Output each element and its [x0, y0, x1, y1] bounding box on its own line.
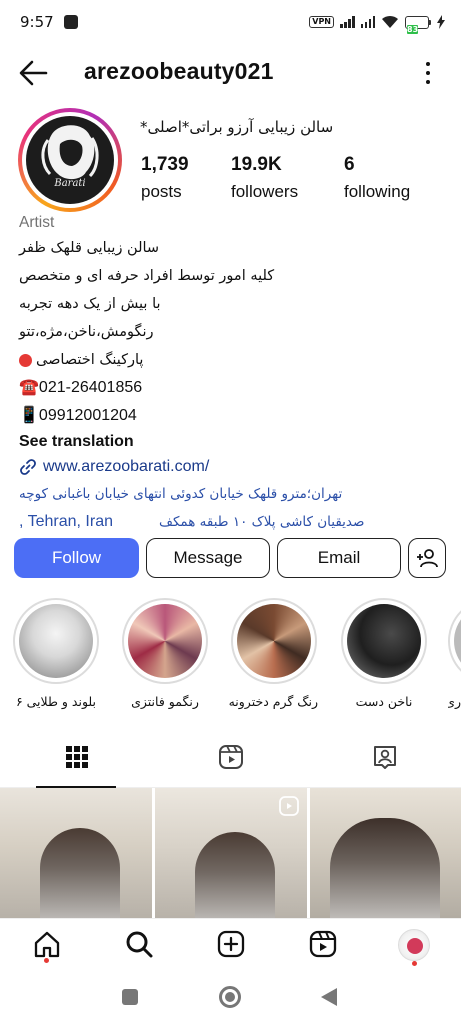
post-thumbnail[interactable] [310, 788, 461, 918]
signal-icon [340, 16, 355, 28]
tagged-icon [373, 746, 396, 769]
stat-following[interactable]: 6 following [344, 154, 410, 202]
message-button[interactable]: Message [146, 538, 270, 578]
nav-reels[interactable] [308, 929, 338, 959]
reels-icon [309, 930, 337, 958]
profile-username: arezoobeauty021 [84, 58, 274, 84]
nav-search[interactable] [124, 929, 154, 959]
bio-line: رنگومش،ناخن،مژه،تتو [19, 324, 154, 340]
tab-reels[interactable] [154, 728, 307, 786]
profile-bio: Artist سالن زیبایی قلهک ظفر کلیه امور تو… [19, 214, 439, 536]
bio-line-parking: پارکینگ اختصاصی [19, 346, 439, 374]
red-circle-icon [19, 353, 32, 367]
story-highlight[interactable]: ری [448, 598, 461, 709]
status-time: 9:57 [20, 13, 54, 31]
story-highlight[interactable]: بلوند و طلایی ۶ [12, 598, 100, 709]
vpn-icon: VPN [309, 16, 334, 28]
more-options-icon[interactable] [425, 62, 431, 84]
charging-icon [437, 15, 445, 29]
profile-avatar-mini-icon [407, 938, 423, 954]
status-bar: 9:57 VPN 83 [0, 0, 461, 44]
tab-tagged[interactable] [308, 728, 461, 786]
home-circle-inner [225, 992, 235, 1002]
address-line[interactable]: تهران؛مترو قلهک خیابان کدوئی انتهای خیاب… [19, 480, 397, 508]
reel-indicator-icon [279, 796, 299, 816]
signal-icon-2 [360, 16, 375, 28]
system-navigation-bar [0, 970, 461, 1024]
create-icon [217, 930, 245, 958]
notification-icon [63, 15, 78, 29]
bottom-navigation [0, 918, 461, 970]
back-triangle-icon[interactable] [320, 987, 338, 1007]
profile-display-name: سالن زیبایی آرزو براتی*اصلی* [140, 118, 334, 136]
recents-icon[interactable] [122, 989, 138, 1005]
profile-avatar[interactable]: Barati [18, 108, 122, 212]
battery-icon: 83 [405, 15, 431, 34]
reels-icon [218, 745, 243, 769]
post-thumbnail[interactable] [0, 788, 152, 918]
link-icon [20, 459, 36, 475]
stat-posts[interactable]: 1,739 posts [141, 154, 189, 202]
nav-profile-avatar[interactable] [398, 929, 430, 961]
bio-line: با بیش از یک دهه تجربه [19, 296, 161, 312]
address-line-2[interactable]: , Tehran, Iran صدیقیان کاشی پلاک ۱۰ طبقه… [19, 508, 439, 536]
story-highlight[interactable]: رنگمو فانتزی [121, 598, 209, 709]
bio-mobile[interactable]: 📱09912001204 [19, 402, 439, 430]
email-button[interactable]: Email [277, 538, 401, 578]
search-icon [126, 931, 153, 958]
stat-followers[interactable]: 19.9K followers [231, 154, 298, 202]
back-arrow-icon[interactable] [18, 60, 48, 86]
add-person-icon [417, 549, 438, 568]
tab-grid[interactable] [0, 728, 153, 788]
follow-button[interactable]: Follow [14, 538, 139, 578]
salon-logo-icon [41, 125, 99, 180]
post-grid [0, 788, 461, 918]
bio-phone[interactable]: ☎️021-26401856 [19, 374, 439, 402]
home-icon [34, 931, 60, 958]
nav-home[interactable] [32, 929, 62, 959]
profile-category: Artist [19, 214, 55, 231]
post-thumbnail[interactable] [155, 788, 307, 918]
profile-tabs [0, 728, 461, 788]
bio-line: سالن زیبایی قلهک ظفر [19, 240, 160, 256]
website-link[interactable]: www.arezoobarati.com/ [19, 454, 439, 480]
avatar-logo-text: Barati [54, 178, 86, 189]
suggest-people-button[interactable] [408, 538, 446, 578]
see-translation-link[interactable]: See translation [19, 430, 439, 454]
story-highlight[interactable]: ناخن دست [340, 598, 428, 709]
notification-dot [44, 958, 49, 963]
story-highlight[interactable]: رنگ گرم دخترونه [229, 598, 318, 709]
bio-line: کلیه امور توسط افراد حرفه ای و متخصص [19, 268, 275, 284]
notification-dot [412, 961, 417, 966]
nav-create[interactable] [216, 929, 246, 959]
wifi-icon [382, 15, 398, 28]
profile-header: arezoobeauty021 [0, 48, 461, 100]
grid-icon [65, 746, 88, 768]
